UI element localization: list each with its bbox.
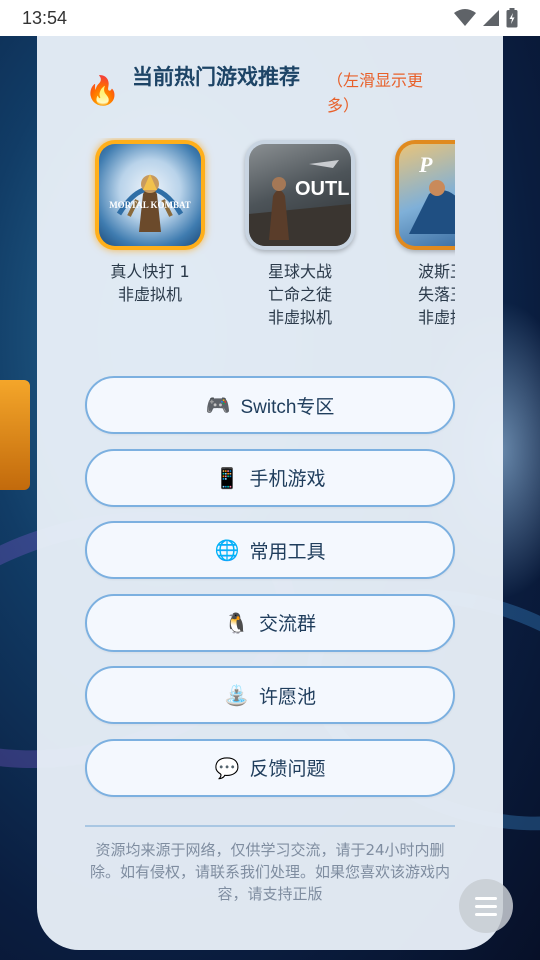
hamburger-icon [475,912,497,916]
signal-icon [483,10,499,26]
swipe-hint: （左滑显示更多） [327,71,424,115]
thumbnail-caption: OUTL [295,178,350,200]
button-label: Switch专区 [240,396,335,418]
mobile-games-button[interactable]: 📱 手机游戏 [85,448,455,507]
disclaimer-text: 资源均来源于网络，仅供学习交流，请于24小时内删除。如有侵权，请联系我们处理。如… [89,841,450,903]
tools-button[interactable]: 🌐 常用工具 [85,521,455,579]
button-label: 反馈问题 [249,759,326,780]
hamburger-icon [475,896,497,900]
community-group-button[interactable]: 🐧 交流群 [85,593,455,652]
background-shape [0,380,30,490]
status-bar: 13:54 [0,0,540,36]
thumbnail-caption: MORTAL KOMBAT [109,200,191,210]
fountain-icon: ⛲ [224,683,249,707]
game-thumbnail[interactable]: P [395,140,455,250]
game-thumbnail[interactable]: OUTL [245,140,355,250]
game-name: 波斯王子 失落王冠 非虚拟机 [417,262,455,327]
globe-icon: 🌐 [214,538,240,562]
game-name: 真人快打 1 非虚拟机 [110,262,190,304]
button-label: 交流群 [258,614,316,635]
hot-games-header: 🔥 当前热门游戏推荐 （左滑显示更多） [85,62,465,132]
fire-icon: 🔥 [85,74,120,107]
button-label: 手机游戏 [249,469,326,490]
hot-games-carousel[interactable]: MORTAL KOMBAT 真人快打 1 非虚拟机 OUTL 星球大战 亡命之徒… [85,138,455,338]
phone-icon: 📱 [214,465,240,490]
button-label: 常用工具 [249,541,326,563]
thumbnail-caption: P [419,152,433,177]
status-icons [454,8,518,28]
game-thumbnail[interactable]: MORTAL KOMBAT [95,140,205,250]
wifi-icon [454,9,476,26]
footer-divider [85,825,455,827]
gamepad-icon: 🎮 [205,393,231,417]
button-label: 许愿池 [258,686,316,708]
status-time: 13:54 [22,7,68,28]
floating-menu-button[interactable] [459,879,513,933]
main-card: 🔥 当前热门游戏推荐 （左滑显示更多） MORTAL KOMBAT 真人快打 1… [37,36,503,950]
main-menu: 🎮 Switch专区 📱 手机游戏 🌐 常用工具 🐧 交流群 ⛲ 许愿池 💬 反… [85,376,455,811]
switch-zone-button[interactable]: 🎮 Switch专区 [85,376,455,434]
hot-games-title: 当前热门游戏推荐 [132,66,300,89]
feedback-button[interactable]: 💬 反馈问题 [85,738,455,797]
hamburger-icon [475,904,497,908]
penguin-icon: 🐧 [224,610,249,635]
game-name: 星球大战 亡命之徒 非虚拟机 [267,262,332,327]
battery-icon [506,8,518,28]
speech-bubble-icon: 💬 [214,755,240,780]
wishing-pool-button[interactable]: ⛲ 许愿池 [85,666,455,724]
